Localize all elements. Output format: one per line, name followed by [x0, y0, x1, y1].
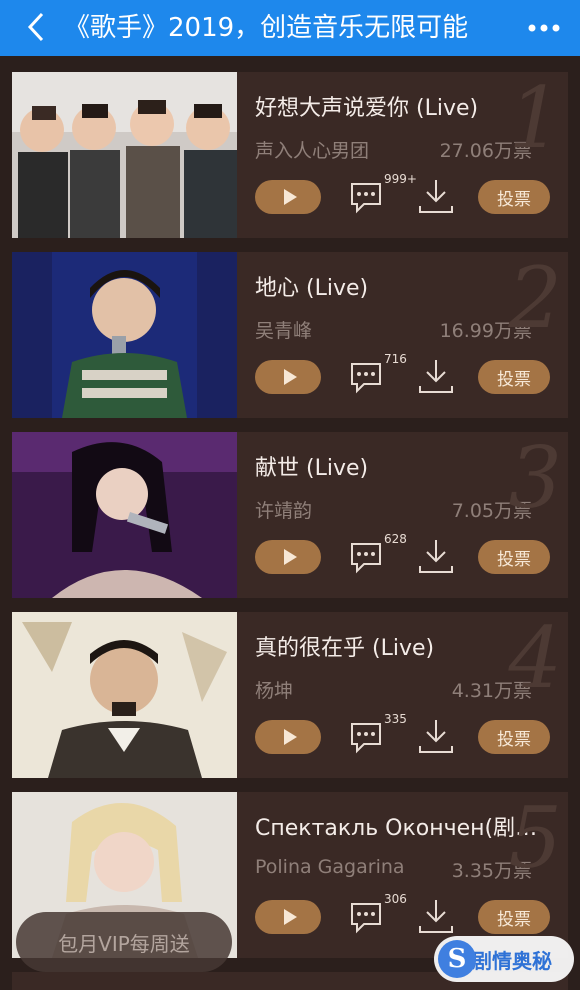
- rank-number: 2: [508, 249, 562, 347]
- comment-count: 716: [384, 352, 407, 366]
- play-icon: [283, 189, 297, 205]
- chevron-left-icon: [27, 12, 44, 42]
- play-icon: [283, 369, 297, 385]
- more-button[interactable]: [522, 10, 566, 46]
- rank-number: 5: [508, 789, 562, 887]
- comment-icon[interactable]: [346, 716, 386, 756]
- song-title: 真的很在乎 (Live): [255, 636, 435, 661]
- rank-number: 1: [508, 69, 562, 167]
- song-cover-image: [12, 612, 237, 778]
- artist-name: 许靖韵: [255, 500, 313, 522]
- comment-count: 999+: [384, 172, 417, 186]
- song-ranking-list: 好想大声说爱你 (Live) 声入人心男团 27.06万票 1 999+ 投票: [0, 56, 580, 990]
- vote-button[interactable]: 投票: [478, 720, 550, 754]
- comment-count: 628: [384, 532, 407, 546]
- download-icon[interactable]: [416, 716, 456, 756]
- download-icon[interactable]: [416, 176, 456, 216]
- play-button[interactable]: [255, 720, 321, 754]
- play-button[interactable]: [255, 900, 321, 934]
- artist-name: 杨坤: [255, 680, 294, 702]
- watermark-logo-icon: S: [438, 940, 476, 978]
- artist-name: 吴青峰: [255, 320, 313, 342]
- song-card[interactable]: 献世 (Live) 许靖韵 7.05万票 3 628 投票: [12, 432, 568, 598]
- song-title: 好想大声说爱你 (Live): [255, 96, 479, 121]
- vote-button[interactable]: 投票: [478, 360, 550, 394]
- play-button[interactable]: [255, 540, 321, 574]
- song-title: 地心 (Live): [255, 276, 369, 301]
- comment-icon[interactable]: [346, 176, 386, 216]
- comment-icon[interactable]: [346, 896, 386, 936]
- song-card[interactable]: 地心 (Live) 吴青峰 16.99万票 2 716 投票: [12, 252, 568, 418]
- song-card[interactable]: 好想大声说爱你 (Live) 声入人心男团 27.06万票 1 999+ 投票: [12, 72, 568, 238]
- play-button[interactable]: [255, 360, 321, 394]
- rank-number: 4: [508, 609, 562, 707]
- page-title: 《歌手》2019，创造音乐无限可能: [64, 13, 469, 43]
- top-navigation-bar: 《歌手》2019，创造音乐无限可能: [0, 0, 580, 56]
- song-cover-image: [12, 252, 237, 418]
- song-cover-image: [12, 72, 237, 238]
- comment-count: 306: [384, 892, 407, 906]
- download-icon[interactable]: [416, 356, 456, 396]
- vip-promo-button[interactable]: 包月VIP每周送: [16, 912, 232, 972]
- artist-name: Polina Gagarina: [255, 856, 405, 878]
- song-cover-image: [12, 432, 237, 598]
- artist-name: 声入人心男团: [255, 140, 370, 162]
- play-icon: [283, 909, 297, 925]
- back-button[interactable]: [18, 9, 54, 45]
- song-card[interactable]: 真的很在乎 (Live) 杨坤 4.31万票 4 335 投票: [12, 612, 568, 778]
- comment-icon[interactable]: [346, 356, 386, 396]
- vote-button[interactable]: 投票: [478, 180, 550, 214]
- song-title: Спектакль Окончен(剧情奥秘): [255, 816, 545, 841]
- play-button[interactable]: [255, 180, 321, 214]
- play-icon: [283, 729, 297, 745]
- comment-count: 335: [384, 712, 407, 726]
- play-icon: [283, 549, 297, 565]
- download-icon[interactable]: [416, 536, 456, 576]
- comment-icon[interactable]: [346, 536, 386, 576]
- watermark-badge: 剧情奥秘 S: [426, 926, 576, 986]
- more-dots-icon: [528, 24, 560, 32]
- rank-number: 3: [508, 429, 562, 527]
- song-title: 献世 (Live): [255, 456, 369, 481]
- vote-button[interactable]: 投票: [478, 540, 550, 574]
